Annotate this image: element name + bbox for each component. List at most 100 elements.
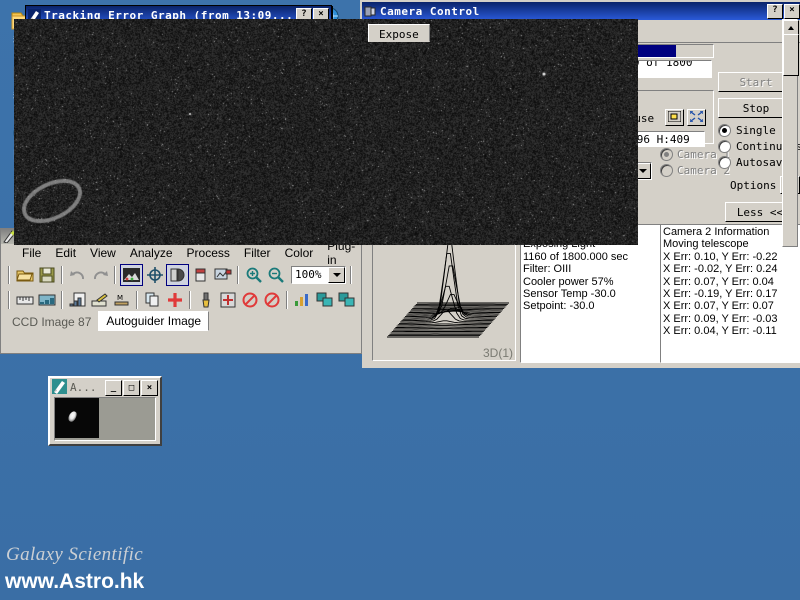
zoom-in-icon[interactable] xyxy=(243,265,264,285)
zoom-out-icon[interactable] xyxy=(265,265,286,285)
camera-2-info-line: X Err: 0.07, Y Err: 0.04 xyxy=(663,276,799,288)
screen-stretch-icon[interactable] xyxy=(212,265,233,285)
fwhm-icon[interactable]: M xyxy=(111,290,132,310)
radio-icon xyxy=(660,164,673,177)
subframe-pick-icon xyxy=(668,111,681,125)
radio-icon[interactable] xyxy=(718,140,731,153)
mode-single-label: Single xyxy=(736,124,776,137)
full-frame-button[interactable] xyxy=(687,109,706,126)
undo-arrow-icon[interactable] xyxy=(67,265,88,285)
mini-window-titlebar[interactable]: A... _ □ × xyxy=(50,378,160,397)
camera-2-info-line: X Err: 0.09, Y Err: -0.03 xyxy=(663,313,799,325)
scroll-up-icon[interactable] xyxy=(783,20,799,35)
toolbar-separator xyxy=(8,291,10,309)
plot-3d-label: 3D(1) xyxy=(483,346,513,360)
tab-expose[interactable]: Expose xyxy=(368,24,430,42)
crosshair-target-icon[interactable] xyxy=(144,265,165,285)
menu-view[interactable]: View xyxy=(83,245,123,261)
maxim-menu-bar[interactable]: File Edit View Analyze Process Filter Co… xyxy=(1,244,361,262)
ruler-icon[interactable] xyxy=(14,290,35,310)
radio-icon xyxy=(660,148,673,161)
ccd-image-window[interactable]: CCD Image 87 xyxy=(0,0,672,250)
toolbar-separator xyxy=(237,266,239,284)
redo-arrow-icon[interactable] xyxy=(89,265,110,285)
toolbar-separator xyxy=(61,266,63,284)
help-button[interactable]: ? xyxy=(767,4,783,19)
mode-autosave-radio[interactable]: Autosave xyxy=(718,156,789,169)
toolbar-separator xyxy=(350,266,352,284)
contrast-split-icon[interactable] xyxy=(166,264,189,286)
menu-edit[interactable]: Edit xyxy=(48,245,83,261)
histogram-doc-icon[interactable] xyxy=(67,290,88,310)
full-frame-icon xyxy=(690,111,703,125)
menu-color[interactable]: Color xyxy=(278,245,321,261)
camera-control-titlebar[interactable]: Camera Control ? × xyxy=(362,2,800,20)
document-image-icon xyxy=(52,379,67,397)
toolbar-separator xyxy=(8,266,10,284)
pixel-math-icon[interactable] xyxy=(36,290,57,310)
calibration-wizard-icon[interactable] xyxy=(89,290,110,310)
maxim-dl-main-window[interactable]: MaxIm DL Pro 5 - Autoguider Image File E… xyxy=(0,228,362,354)
no-filter-icon[interactable] xyxy=(239,290,260,310)
mini-star-canvas[interactable] xyxy=(54,397,156,441)
mode-single-radio[interactable]: Single xyxy=(718,124,776,137)
options-label: Options xyxy=(730,179,776,192)
zoom-level-value: 100% xyxy=(292,267,328,283)
cascade-windows-icon[interactable] xyxy=(336,290,357,310)
camera-1-info-line: Setpoint: -30.0 xyxy=(523,300,659,312)
radio-icon[interactable] xyxy=(718,124,731,137)
document-tab-autoguider-image[interactable]: Autoguider Image xyxy=(98,311,209,331)
subframe-pick-button[interactable] xyxy=(665,109,684,126)
document-tab-ccd-image-87[interactable]: CCD Image 87 xyxy=(5,313,98,331)
toolbar-separator xyxy=(114,266,116,284)
toolbar-separator xyxy=(286,291,288,309)
copy-icon[interactable] xyxy=(142,290,163,310)
maxim-document-tabs[interactable]: CCD Image 87 Autoguider Image xyxy=(1,312,361,331)
menu-process[interactable]: Process xyxy=(180,245,237,261)
graph-icon[interactable] xyxy=(292,290,313,310)
mini-window-title: A... xyxy=(70,381,104,394)
camera-2-info-line: X Err: 0.10, Y Err: -0.22 xyxy=(663,251,799,263)
menu-analyze[interactable]: Analyze xyxy=(123,245,180,261)
watermark-line-1: Galaxy Scientific xyxy=(6,544,143,566)
camera-2-info-line: X Err: 0.04, Y Err: -0.11 xyxy=(663,325,799,337)
chevron-down-icon[interactable] xyxy=(328,267,345,283)
zoom-level-select[interactable]: 100% xyxy=(291,266,346,284)
camera-2-info-line: X Err: 0.07, Y Err: 0.07 xyxy=(663,300,799,312)
svg-text:M: M xyxy=(117,294,123,302)
scrollbar-thumb[interactable] xyxy=(783,34,799,76)
image-view-icon[interactable] xyxy=(120,264,143,286)
camera-1-info-line: Filter: OIII xyxy=(523,263,659,275)
maximize-button[interactable]: □ xyxy=(123,380,140,396)
tile-windows-icon[interactable] xyxy=(314,290,335,310)
close-button[interactable]: × xyxy=(141,380,158,396)
open-folder-icon[interactable] xyxy=(14,265,35,285)
camera-1-info-line: Sensor Temp -30.0 xyxy=(523,288,659,300)
radio-icon[interactable] xyxy=(718,156,731,169)
calibrate-icon[interactable] xyxy=(190,265,211,285)
minimize-button[interactable]: _ xyxy=(105,380,122,396)
toolbar-separator xyxy=(189,291,191,309)
ccd-image-canvas[interactable] xyxy=(14,19,638,245)
bad-pixel-icon[interactable] xyxy=(217,290,238,310)
maxim-toolbar-row-1[interactable]: 100% xyxy=(1,262,361,287)
toolbar-separator xyxy=(61,291,63,309)
close-button[interactable]: × xyxy=(784,4,800,19)
menu-filter[interactable]: Filter xyxy=(237,245,278,261)
brush-icon[interactable] xyxy=(195,290,216,310)
save-disk-icon[interactable] xyxy=(36,265,57,285)
menu-file[interactable]: File xyxy=(15,245,48,261)
camera-icon[interactable] xyxy=(364,5,377,18)
camera-2-info-line: X Err: -0.02, Y Err: 0.24 xyxy=(663,263,799,275)
no-flat-icon[interactable] xyxy=(261,290,282,310)
camera-2-info-line: X Err: -0.19, Y Err: 0.17 xyxy=(663,288,799,300)
add-plus-icon[interactable] xyxy=(164,290,185,310)
camera-control-title: Camera Control xyxy=(380,5,766,18)
camera-1-info-line: 1160 of 1800.000 sec xyxy=(523,251,659,263)
maxim-toolbar-row-2[interactable]: M xyxy=(1,287,361,312)
camera-2-info-title: Camera 2 Information xyxy=(663,226,799,238)
toolbar-separator xyxy=(136,291,138,309)
camera-1-info-line: Cooler power 57% xyxy=(523,276,659,288)
ccd-image-vertical-scrollbar[interactable] xyxy=(782,19,798,247)
autoguider-mini-window[interactable]: A... _ □ × xyxy=(48,376,162,446)
